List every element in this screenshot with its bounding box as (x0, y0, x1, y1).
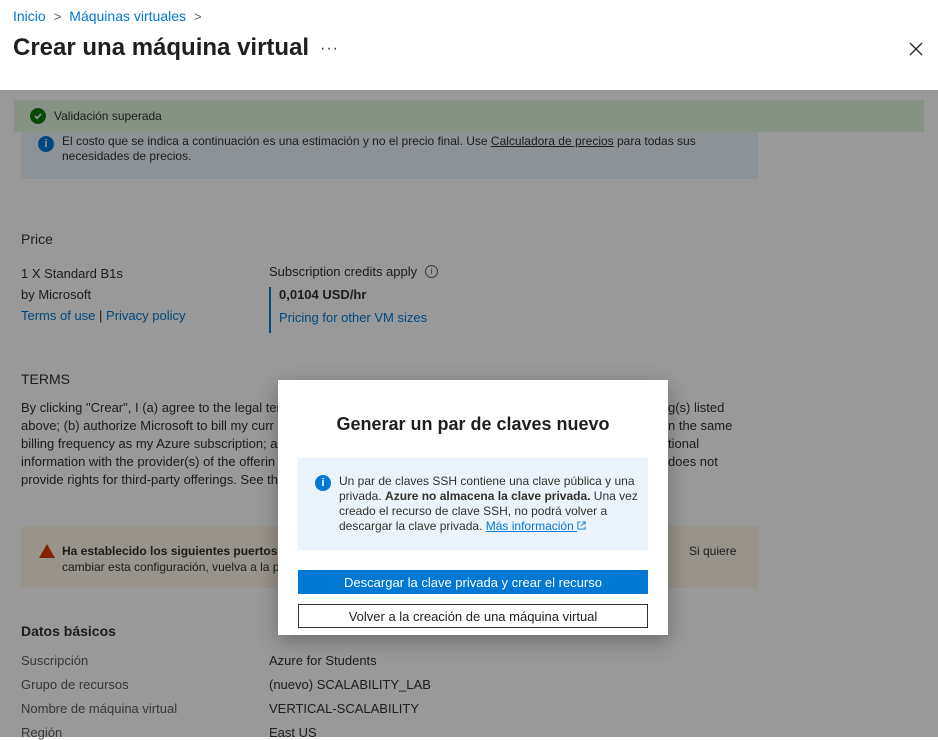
dialog-info-text: Un par de claves SSH contiene una clave … (339, 474, 638, 533)
more-options-icon[interactable]: ··· (320, 40, 339, 58)
more-info-link[interactable]: Más información (486, 519, 586, 533)
breadcrumb-home-link[interactable]: Inicio (13, 8, 46, 24)
breadcrumb-vms-link[interactable]: Máquinas virtuales (69, 8, 186, 24)
blade-header: Inicio > Máquinas virtuales > Crear una … (0, 0, 938, 90)
generate-key-pair-dialog: Generar un par de claves nuevo i Un par … (278, 380, 668, 635)
info-icon: i (315, 475, 331, 491)
back-to-create-vm-button[interactable]: Volver a la creación de una máquina virt… (298, 604, 648, 628)
breadcrumb: Inicio > Máquinas virtuales > (13, 8, 202, 24)
download-key-create-button[interactable]: Descargar la clave privada y crear el re… (298, 570, 648, 594)
page-title: Crear una máquina virtual (13, 34, 310, 61)
dialog-title: Generar un par de claves nuevo (336, 414, 610, 434)
close-icon[interactable] (906, 39, 926, 59)
chevron-right-icon: > (53, 8, 62, 24)
external-link-icon (577, 521, 586, 530)
chevron-right-icon: > (194, 8, 202, 24)
dialog-info-box: i Un par de claves SSH contiene una clav… (298, 458, 648, 550)
